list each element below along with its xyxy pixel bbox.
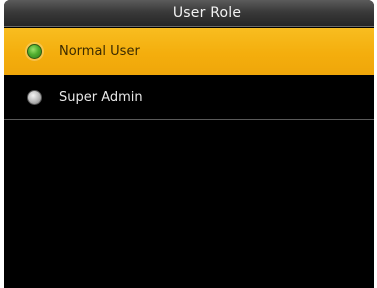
radio-unselected-icon[interactable] — [27, 89, 42, 105]
title-bar: User Role — [4, 0, 374, 27]
option-label: Super Admin — [59, 89, 143, 105]
page-title: User Role — [172, 5, 242, 21]
option-normal-user[interactable]: Normal User — [4, 28, 374, 75]
user-role-screen: User Role Normal User Super Admin — [4, 0, 374, 288]
radio-selected-icon[interactable] — [27, 44, 42, 59]
option-label: Normal User — [59, 44, 140, 59]
role-option-list: Normal User Super Admin — [4, 28, 374, 120]
option-super-admin[interactable]: Super Admin — [4, 75, 374, 120]
